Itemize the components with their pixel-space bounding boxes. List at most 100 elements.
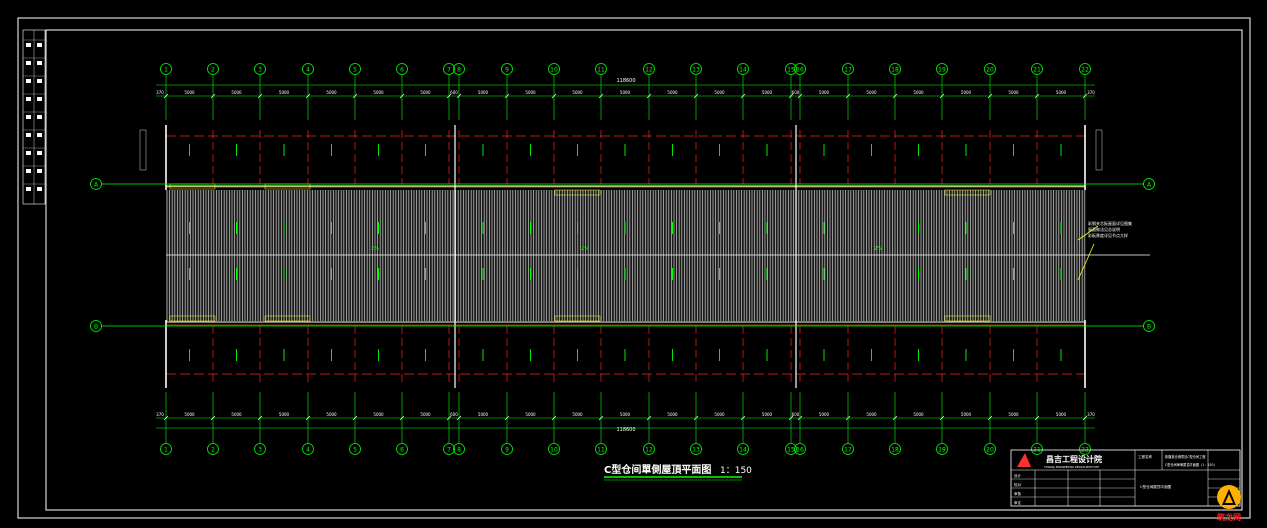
- revision-row-mark: [37, 61, 42, 65]
- total-dim-bottom: 118600: [616, 427, 635, 433]
- dim-bottom-end-right: 370: [1087, 412, 1095, 417]
- revision-row-mark: [26, 97, 31, 101]
- grid-bubble-top-label-15: 15: [787, 67, 795, 74]
- grid-bubble-label-B: B: [1147, 324, 1151, 331]
- dim-bottom-value: 5000: [184, 412, 195, 417]
- revision-row-mark: [26, 61, 31, 65]
- row-check: 校对: [1014, 482, 1022, 487]
- dim-bottom-value: 5000: [714, 412, 725, 417]
- dim-bottom-value: 600: [450, 412, 458, 417]
- grid-bubble-bottom-label-8: 8: [457, 447, 461, 454]
- revision-row-mark: [26, 169, 31, 173]
- grid-bubble-top-label-21: 21: [1033, 67, 1041, 74]
- dimensions-top: 5000 5000 5000 5000 5000 5000 600 5000 5000 5000 5…: [156, 84, 1095, 99]
- revision-row-mark: [37, 187, 42, 191]
- dim-bottom-value: 5000: [572, 412, 583, 417]
- dim-bottom-value: 5000: [231, 412, 242, 417]
- dim-top-end-left: 370: [156, 90, 164, 95]
- revision-row-mark: [37, 97, 42, 101]
- dim-top-value: 5000: [819, 90, 830, 95]
- dim-top-value: 5000: [525, 90, 536, 95]
- dim-bottom-value: 5000: [913, 412, 924, 417]
- grid-bubble-bottom-label-6: 6: [400, 447, 404, 454]
- dim-top-value: 5000: [866, 90, 877, 95]
- slope-label-2: 2%: [581, 246, 589, 252]
- callout-line-1: 彩钢夹芯板屋面详见图集: [1088, 220, 1132, 226]
- cad-drawing: 1 2 3 4 5 6 7 8 9 10 11 12 13 14 15 16 17 18 19 20 21 22 1234…: [17, 17, 1251, 522]
- grid-bubble-bottom-label-20: 20: [986, 447, 994, 454]
- grid-bubble-bottom-label-7: 7: [447, 447, 451, 454]
- grid-bubble-bottom-label-18: 18: [891, 447, 899, 454]
- dim-top-value: 5000: [961, 90, 972, 95]
- grid-bubble-bottom-label-15: 15: [787, 447, 795, 454]
- dim-top-value: 5000: [762, 90, 773, 95]
- grid-bubble-bottom-label-2: 2: [211, 447, 215, 454]
- grid-bubble-top-label-4: 4: [306, 67, 310, 74]
- drawing-scale: 1：150: [720, 466, 752, 476]
- revision-row-mark: [26, 115, 31, 119]
- roof-band: [166, 183, 1150, 326]
- grid-bubble-top-label-10: 10: [550, 67, 558, 74]
- grid-bubble-bottom-label-14: 14: [739, 447, 747, 454]
- dim-bottom-end-left: 370: [156, 412, 164, 417]
- dim-top-value: 600: [792, 90, 800, 95]
- grid-bubble-top-label-1: 1: [164, 67, 168, 74]
- grid-bubbles-top: 1 2 3 4 5 6 7 8 9 10 11 12 13 14 15 16 17 18 19 20 21 22: [160, 63, 1091, 75]
- title-block: 昌吉工程设计院 CHANGJI ENGINEERING DESIGN INSTI…: [1010, 449, 1241, 507]
- sheet-name: C型仓间屋顶平面图: [1140, 484, 1172, 489]
- grid-bubble-bottom-label-4: 4: [306, 447, 310, 454]
- dim-bottom-value: 5000: [373, 412, 384, 417]
- dim-top-value: 5000: [1056, 90, 1067, 95]
- grid-bubble-bottom-label-17: 17: [844, 447, 852, 454]
- grid-bubble-bottom-label-1: 1: [164, 447, 168, 454]
- project-name: 新疆某仓储项目C型仓间工程: [1165, 454, 1206, 459]
- revision-row-mark: [37, 169, 42, 173]
- drawing-title: C型仓间單側屋頂平面图: [604, 463, 711, 476]
- grid-bubble-bottom-label-10: 10: [550, 447, 558, 454]
- grid-bubble-bottom-label-13: 13: [692, 447, 700, 454]
- dim-top-value: 5000: [373, 90, 384, 95]
- grid-bubble-label-A: A: [1147, 182, 1152, 189]
- dim-bottom-value: 5000: [819, 412, 830, 417]
- revision-row-mark: [26, 79, 31, 83]
- grid-bubble-top-label-3: 3: [258, 67, 262, 74]
- grid-bubble-bottom-label-5: 5: [353, 447, 357, 454]
- dimensions-bottom: 5000 5000 5000 5000 5000 5000 600 5000 5000 5000 5…: [156, 412, 1095, 429]
- grid-bubble-top-label-22: 22: [1081, 67, 1089, 74]
- callout-line-2: 屋面做法见总说明: [1088, 226, 1120, 232]
- grid-bubble-top-label-13: 13: [692, 67, 700, 74]
- revision-row-mark: [26, 151, 31, 155]
- side-label-left: [139, 129, 147, 171]
- grid-bubble-bottom-label-3: 3: [258, 447, 262, 454]
- dim-bottom-value: 5000: [762, 412, 773, 417]
- dim-top-value: 5000: [420, 90, 431, 95]
- roof-callout: 彩钢夹芯板屋面详见图集 屋面做法见总说明 彩板厚度详见节点大样: [1077, 220, 1132, 281]
- grid-bubble-top-label-7: 7: [447, 67, 451, 74]
- revision-row-mark: [26, 187, 31, 191]
- revision-row-mark: [37, 133, 42, 137]
- grid-bubble-top-label-6: 6: [400, 67, 404, 74]
- row-review: 审核: [1014, 491, 1022, 496]
- slope-label-3: 2%: [874, 246, 882, 252]
- dim-top-value: 5000: [572, 90, 583, 95]
- company-logo-icon: [1017, 453, 1031, 467]
- dim-bottom-value: 5000: [326, 412, 337, 417]
- dim-top-end-right: 370: [1087, 90, 1095, 95]
- grid-bubble-top-label-8: 8: [457, 67, 461, 74]
- dim-top-value: 5000: [478, 90, 489, 95]
- dim-bottom-value: 5000: [1008, 412, 1019, 417]
- grid-bubble-top-label-2: 2: [211, 67, 215, 74]
- grid-bubble-bottom-label-19: 19: [938, 447, 946, 454]
- dim-bottom-value: 5000: [620, 412, 631, 417]
- side-label-right: [1095, 129, 1103, 171]
- grid-bubble-label-A: A: [94, 182, 99, 189]
- revision-row-mark: [37, 151, 42, 155]
- grid-bubble-top-label-20: 20: [986, 67, 994, 74]
- row-approve: 审定: [1014, 500, 1022, 505]
- dim-top-value: 5000: [231, 90, 242, 95]
- dim-top-value: 5000: [279, 90, 290, 95]
- dim-bottom-value: 5000: [1056, 412, 1067, 417]
- sheet-sub: C型仓间單側屋頂平面图（1：150）: [1165, 462, 1217, 467]
- revision-row-mark: [37, 79, 42, 83]
- dim-bottom-value: 5000: [420, 412, 431, 417]
